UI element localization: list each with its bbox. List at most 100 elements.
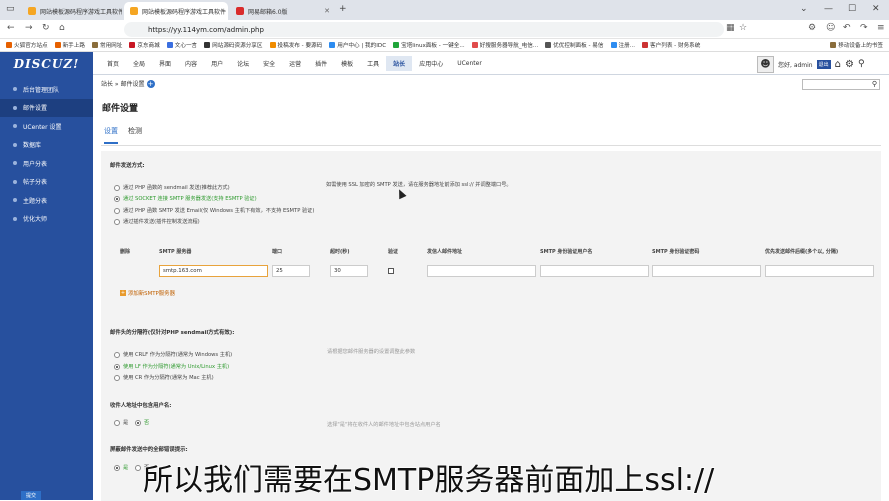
sidebar-item-post-split[interactable]: 帖子分表 <box>0 173 93 192</box>
sidebar-item-mail-settings[interactable]: 邮件设置 <box>0 98 93 117</box>
smtp-username-input[interactable] <box>540 265 649 277</box>
bookmark-item[interactable]: 用户中心 | 我的IDC <box>329 41 386 49</box>
add-shortcut-icon[interactable]: + <box>146 79 155 88</box>
tab-settings[interactable]: 设置 <box>104 126 118 144</box>
nav-item[interactable]: 界面 <box>152 56 178 71</box>
nav-item[interactable]: 首页 <box>100 56 126 71</box>
bookmark-item[interactable]: 优优控制面板 - 易信 <box>545 41 604 49</box>
nav-item[interactable]: 论坛 <box>230 56 256 71</box>
bookmark-item[interactable]: 注册... <box>610 41 635 49</box>
nav-item[interactable]: 运营 <box>282 56 308 71</box>
separator-option[interactable]: 使用 CRLF 作为分隔符(通常为 Windows 主机) <box>114 351 232 358</box>
nav-item[interactable]: 用户 <box>204 56 230 71</box>
include-user-yes[interactable]: 是 <box>114 419 128 426</box>
url-input[interactable]: https://yy.114ym.com/admin.php <box>124 22 724 37</box>
mute-errors-yes[interactable]: 是 <box>114 464 128 471</box>
sidebar-item-thread-split[interactable]: 主题分表 <box>0 191 93 210</box>
bookmark-item[interactable]: 客户列表 - 财务系统 <box>642 41 700 49</box>
smtp-timeout-input[interactable]: 30 <box>330 265 368 277</box>
tab-1[interactable]: 网站模板源码程序游戏工具软件 ✕ <box>22 2 122 20</box>
bookmark-item[interactable]: 新手上路 <box>54 41 85 49</box>
nav-item[interactable]: UCenter <box>450 57 489 70</box>
tab-check[interactable]: 检测 <box>128 126 142 144</box>
smtp-auth-checkbox[interactable] <box>388 268 394 274</box>
bookmark-item[interactable]: 宝塔linux面板 - 一键全... <box>393 41 465 49</box>
include-user-no[interactable]: 否 <box>135 419 149 426</box>
browser-menu-icon[interactable]: ▭ <box>6 4 15 14</box>
radio-icon[interactable] <box>114 184 120 191</box>
sidebar-item-admin-team[interactable]: 后台管理团队 <box>0 80 93 99</box>
tab-3[interactable]: 网易邮箱6.0版 ✕ <box>230 2 336 20</box>
separator-option[interactable]: 使用 CR 作为分隔符(通常为 Mac 主机) <box>114 374 214 381</box>
qr-icon[interactable]: ▦ <box>726 23 735 33</box>
bookmark-item[interactable]: 火狐官方站点 <box>6 41 48 49</box>
radio-icon[interactable] <box>135 464 141 471</box>
radio-icon[interactable] <box>114 218 120 225</box>
bookmark-item[interactable]: 网站源码资源分享区 <box>204 41 263 49</box>
send-method-option[interactable]: 通过 PHP 函数 SMTP 发送 Email(仅 Windows 主机下有效，… <box>114 207 314 214</box>
radio-icon[interactable] <box>135 419 141 426</box>
sidebar-item-user-split[interactable]: 用户分表 <box>0 154 93 173</box>
close-window-icon[interactable]: ✕ <box>872 4 880 14</box>
new-tab-button[interactable]: + <box>339 4 347 14</box>
back-icon[interactable]: ← <box>7 23 15 33</box>
home-icon[interactable]: ⌂ <box>835 59 841 70</box>
close-icon[interactable]: ✕ <box>324 7 330 15</box>
search-input[interactable]: ⚲ <box>802 79 880 90</box>
bookmark-item[interactable]: 京东商城 <box>129 41 160 49</box>
tab-2[interactable]: 网站模板源码程序游戏工具软件 ✕ <box>124 2 228 20</box>
bookmark-item[interactable]: 投稿发布 - 要源码 <box>269 41 322 49</box>
nav-item[interactable]: 插件 <box>308 56 334 71</box>
nav-item[interactable]: 模板 <box>334 56 360 71</box>
radio-icon[interactable] <box>114 464 120 471</box>
priority-suffix-input[interactable] <box>765 265 874 277</box>
nav-item[interactable]: 全局 <box>126 56 152 71</box>
nav-item[interactable]: 内容 <box>178 56 204 71</box>
bookmark-item[interactable]: 文心一言 <box>166 41 197 49</box>
radio-icon[interactable] <box>114 374 120 381</box>
nav-item-active[interactable]: 站长 <box>386 56 413 71</box>
send-method-option[interactable]: 通过 PHP 函数的 sendmail 发送(推荐此方式) <box>114 184 230 191</box>
tab-list-icon[interactable]: ⌄ <box>800 4 808 14</box>
sidebar-item-database[interactable]: 数据库 <box>0 136 93 155</box>
submit-button[interactable]: 提交 <box>21 491 41 500</box>
radio-icon[interactable] <box>114 363 120 370</box>
bookmark-item[interactable]: 移动设备上的书签 <box>830 41 883 49</box>
add-smtp-server-link[interactable]: + 添加新SMTP服务器 <box>120 289 175 297</box>
nav-item[interactable]: 应用中心 <box>412 56 450 71</box>
radio-icon[interactable] <box>114 195 120 202</box>
menu-icon[interactable]: ≡ <box>877 23 885 33</box>
smtp-password-input[interactable] <box>652 265 761 277</box>
send-method-option-selected[interactable]: 通过 SOCKET 连接 SMTP 服务器发送(支持 ESMTP 验证) <box>114 195 257 202</box>
minimize-icon[interactable]: — <box>824 4 833 14</box>
nav-item[interactable]: 工具 <box>360 56 386 71</box>
sidebar-item-ucenter[interactable]: UCenter 设置 <box>0 117 93 136</box>
send-method-option[interactable]: 通过插件发送(插件控制发送流程) <box>114 218 200 225</box>
bookmark-item[interactable]: 常用网址 <box>91 41 122 49</box>
redo-icon[interactable]: ↷ <box>860 23 868 33</box>
radio-icon[interactable] <box>114 351 120 358</box>
star-icon[interactable]: ☆ <box>739 23 747 33</box>
home-icon[interactable]: ⌂ <box>59 23 65 33</box>
smtp-port-input[interactable]: 25 <box>272 265 310 277</box>
maximize-icon[interactable]: ☐ <box>848 4 856 14</box>
sidebar-item-optimizer[interactable]: 优化大师 <box>0 210 93 229</box>
radio-icon[interactable] <box>114 207 120 214</box>
separator-option-selected[interactable]: 使用 LF 作为分隔符(通常为 Unix/Linux 主机) <box>114 363 229 370</box>
sender-email-input[interactable] <box>427 265 536 277</box>
forward-icon[interactable]: → <box>25 23 33 33</box>
gear-icon[interactable]: ⚙ <box>845 59 854 70</box>
smtp-server-input[interactable]: smtp.163.com <box>159 265 268 277</box>
extensions-icon[interactable]: ⚙ <box>808 23 816 33</box>
account-icon[interactable]: ☺ <box>826 23 835 33</box>
search-icon[interactable]: ⚲ <box>858 59 865 69</box>
undo-icon[interactable]: ↶ <box>843 23 851 33</box>
avatar[interactable]: ☻ <box>757 55 774 73</box>
bookmark-item[interactable]: 好搜服务器导航_电信... <box>471 41 538 49</box>
radio-icon[interactable] <box>114 419 120 426</box>
discuz-logo[interactable]: DISCUZ! <box>0 52 93 75</box>
search-icon[interactable]: ⚲ <box>872 80 877 88</box>
reload-icon[interactable]: ↻ <box>42 23 50 33</box>
logout-button[interactable]: 退出 <box>816 59 831 69</box>
nav-item[interactable]: 安全 <box>256 56 282 71</box>
